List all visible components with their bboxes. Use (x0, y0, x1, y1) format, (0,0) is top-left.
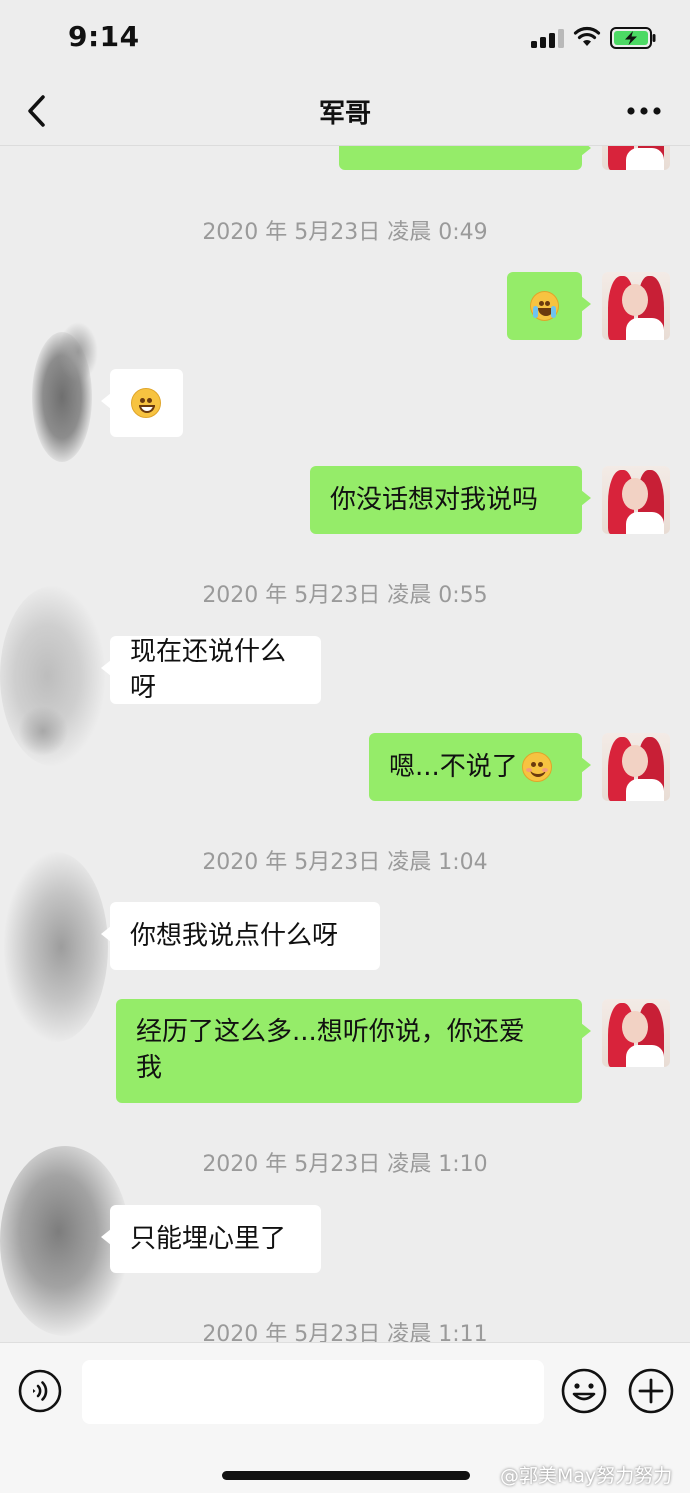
status-bar: 9:14 (0, 0, 690, 76)
emoji-icon[interactable] (561, 1368, 607, 1414)
laughing-tears-emoji-icon (530, 291, 559, 321)
voice-icon[interactable] (18, 1369, 62, 1413)
wifi-icon (573, 26, 601, 46)
my-avatar[interactable] (602, 146, 670, 170)
smiling-emoji-icon (521, 752, 552, 782)
signal-icon (531, 28, 565, 48)
home-indicator (222, 1471, 470, 1480)
my-avatar[interactable] (602, 999, 670, 1067)
my-avatar[interactable] (602, 466, 670, 534)
contact-avatar-blurred[interactable] (18, 322, 108, 472)
grinning-emoji-icon (131, 388, 161, 418)
watermark: @郭美May努力努力 (500, 1465, 673, 1487)
chat-header: 军哥 (0, 76, 690, 146)
my-avatar[interactable] (602, 733, 670, 801)
message-input[interactable] (82, 1360, 544, 1424)
status-time: 9:14 (68, 20, 140, 53)
message-bubble-other[interactable]: 只能埋心里了 (101, 1205, 321, 1273)
message-bubble-other[interactable]: 现在还说什么呀 (101, 636, 321, 704)
timestamp: 2020 年 5月23日 凌晨 0:49 (202, 220, 488, 245)
message-bubble-other[interactable]: 你想我说点什么呀 (101, 902, 380, 970)
message-text: 嗯...不说了 (389, 752, 518, 782)
message-list[interactable]: 2020 年 5月23日 凌晨 0:49 你没话想对我说吗 2020 年 5月2… (0, 146, 690, 1342)
message-text-line: 我 (136, 1053, 163, 1083)
message-bubble-other[interactable] (101, 369, 183, 437)
plus-icon[interactable] (628, 1368, 674, 1414)
timestamp: 2020 年 5月23日 凌晨 1:11 (202, 1322, 488, 1342)
message-text-line: 经历了这么多...想听你说，你还爱 (136, 1017, 525, 1047)
message-bubble-me[interactable]: 经历了这么多...想听你说，你还爱 我 (116, 999, 591, 1103)
message-text: 现在还说什么呀 (130, 637, 287, 703)
contact-avatar-blurred[interactable] (0, 852, 110, 1042)
message-bubble-me-clipped[interactable] (339, 146, 591, 170)
message-bubble-me[interactable]: 嗯...不说了 (369, 733, 591, 801)
my-avatar[interactable] (602, 272, 670, 340)
message-text: 你想我说点什么呀 (130, 921, 339, 951)
more-dots-icon[interactable] (626, 104, 662, 118)
message-text: 你没话想对我说吗 (330, 485, 539, 515)
message-bubble-me[interactable] (507, 272, 591, 340)
contact-avatar-blurred[interactable] (0, 586, 105, 766)
message-text: 只能埋心里了 (130, 1224, 287, 1254)
message-bubble-me[interactable]: 你没话想对我说吗 (310, 466, 591, 534)
chat-title: 军哥 (318, 99, 371, 129)
battery-charging-icon (610, 27, 656, 49)
input-bar: @郭美May努力努力 (0, 1342, 690, 1493)
